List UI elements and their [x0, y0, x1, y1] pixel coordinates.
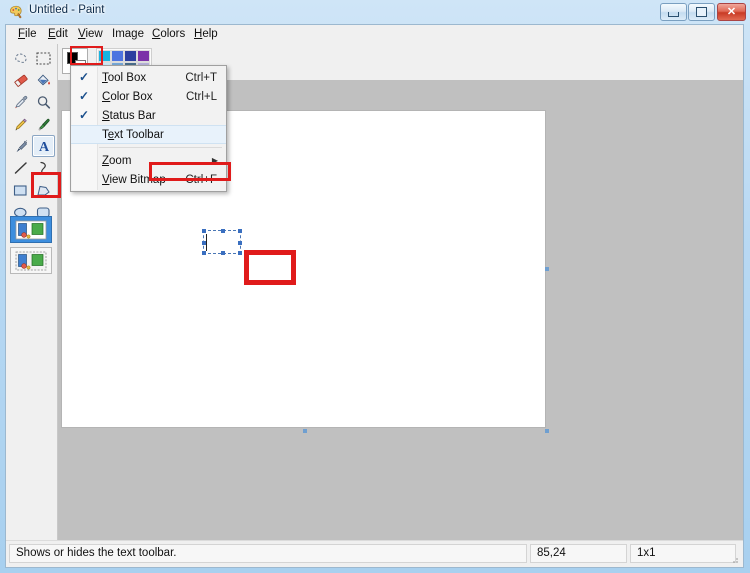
- resize-handle[interactable]: [202, 241, 206, 245]
- paint-palette-icon: [8, 4, 24, 20]
- close-icon: ✕: [726, 5, 737, 18]
- color-swatch[interactable]: [124, 50, 137, 62]
- color-swatch[interactable]: [111, 50, 124, 62]
- resize-handle[interactable]: [221, 229, 225, 233]
- menu-item-label: Tool Box: [102, 71, 147, 84]
- text-tool-highlight: [31, 172, 61, 198]
- resize-handle[interactable]: [238, 251, 242, 255]
- menu-item-accelerator: Ctrl+L: [186, 90, 217, 103]
- draw-opaque-option[interactable]: [10, 216, 52, 243]
- menu-colors[interactable]: Colors: [146, 27, 191, 42]
- menu-item-accelerator: Ctrl+T: [185, 71, 217, 84]
- minimize-button[interactable]: [660, 3, 687, 21]
- tool-options: [10, 216, 54, 278]
- menu-item-label: Zoom: [102, 154, 132, 167]
- color-swatch[interactable]: [137, 50, 150, 62]
- view-menu-highlight: [70, 46, 103, 65]
- maximize-icon: [689, 4, 714, 20]
- text-entry-box[interactable]: [202, 229, 242, 255]
- canvas-resize-handle-south[interactable]: [303, 429, 307, 433]
- menu-item-label: Color Box: [102, 90, 153, 103]
- rectangle-select-tool[interactable]: [32, 47, 55, 69]
- close-button[interactable]: ✕: [717, 3, 746, 21]
- free-form-select-tool[interactable]: [9, 47, 32, 69]
- text-toolbar-highlight: [149, 162, 231, 181]
- airbrush-tool[interactable]: [9, 135, 32, 157]
- menu-item-tool-box[interactable]: ✓ Tool Box Ctrl+T: [71, 68, 226, 87]
- menu-image[interactable]: Image: [106, 27, 150, 42]
- check-icon: ✓: [78, 89, 90, 103]
- selection-size: 1x1: [630, 544, 736, 563]
- resize-handle[interactable]: [202, 251, 206, 255]
- status-message: Shows or hides the text toolbar.: [9, 544, 527, 563]
- canvas-resize-handle-east[interactable]: [545, 267, 549, 271]
- window-client-area: File Edit View Image Colors Help A Shows…: [5, 24, 744, 568]
- draw-transparent-option[interactable]: [10, 247, 52, 274]
- window-title: Untitled - Paint: [29, 4, 105, 16]
- menu-file[interactable]: File: [12, 27, 43, 42]
- canvas-resize-handle-southeast[interactable]: [545, 429, 549, 433]
- line-tool[interactable]: [9, 157, 32, 179]
- title-bar: Untitled - Paint ✕: [0, 0, 750, 24]
- tool-box: A: [6, 44, 61, 541]
- magnifier-tool[interactable]: [32, 91, 55, 113]
- maximize-button[interactable]: [688, 3, 715, 21]
- menu-edit[interactable]: Edit: [42, 27, 74, 42]
- menu-item-color-box[interactable]: ✓ Color Box Ctrl+L: [71, 87, 226, 106]
- color-picker-tool[interactable]: [9, 91, 32, 113]
- menu-view[interactable]: View: [72, 27, 109, 42]
- resize-grip-icon[interactable]: [728, 552, 740, 564]
- eraser-tool[interactable]: [9, 69, 32, 91]
- paint-window: Untitled - Paint ✕ File Edit View Image …: [0, 0, 750, 573]
- resize-handle[interactable]: [221, 251, 225, 255]
- text-tool[interactable]: A: [32, 135, 55, 157]
- check-icon: ✓: [78, 108, 90, 122]
- menu-item-label: Text Toolbar: [102, 128, 164, 141]
- menu-bar: File Edit View Image Colors Help: [6, 25, 743, 45]
- check-icon: ✓: [78, 70, 90, 84]
- menu-help[interactable]: Help: [188, 27, 224, 42]
- fill-tool[interactable]: [32, 69, 55, 91]
- text-box-highlight: [244, 250, 296, 285]
- resize-handle[interactable]: [202, 229, 206, 233]
- svg-text:A: A: [38, 140, 49, 153]
- menu-item-text-toolbar[interactable]: Text Toolbar: [71, 125, 226, 144]
- cursor-position: 85,24: [530, 544, 627, 563]
- minimize-icon: [661, 4, 686, 20]
- resize-handle[interactable]: [238, 229, 242, 233]
- rectangle-tool[interactable]: [9, 179, 32, 201]
- text-caret: [206, 234, 207, 251]
- status-bar: Shows or hides the text toolbar. 85,24 1…: [6, 540, 743, 567]
- pencil-tool[interactable]: [9, 113, 32, 135]
- view-dropdown-menu: ✓ Tool Box Ctrl+T ✓ Color Box Ctrl+L ✓ S…: [70, 65, 231, 192]
- brush-tool[interactable]: [32, 113, 55, 135]
- menu-item-label: Status Bar: [102, 109, 156, 122]
- menu-item-status-bar[interactable]: ✓ Status Bar: [71, 106, 226, 125]
- menu-separator: [99, 147, 222, 148]
- resize-handle[interactable]: [238, 241, 242, 245]
